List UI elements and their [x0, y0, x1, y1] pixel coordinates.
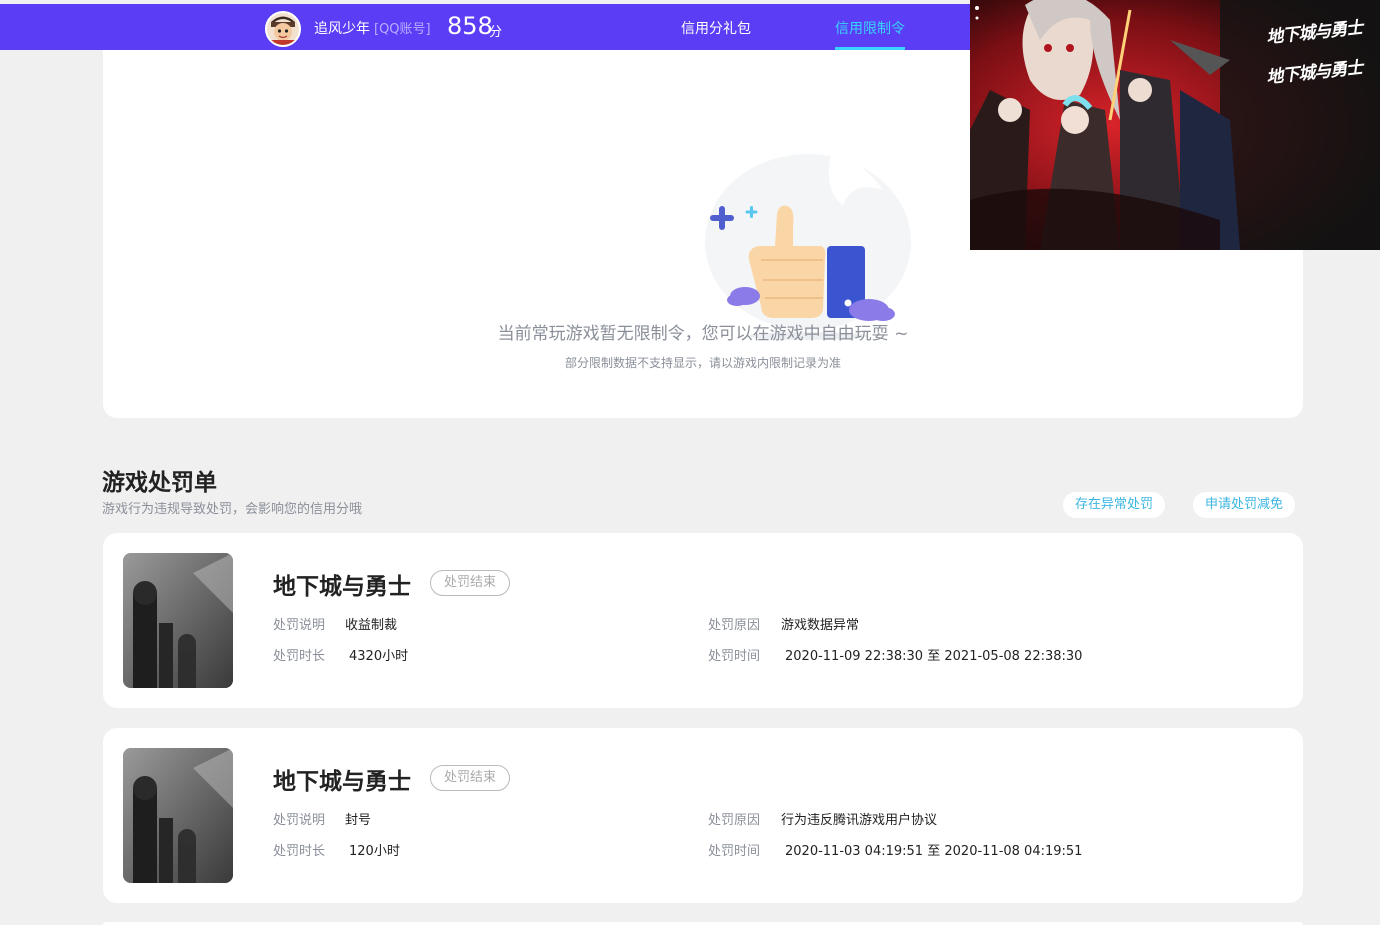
thumbs-up-illustration-icon — [705, 154, 911, 340]
duration-value: 4320小时 — [349, 649, 409, 664]
credit-score-unit: 分 — [489, 25, 503, 40]
reason-label: 处罚原因 — [708, 618, 761, 633]
time-separator: 至 — [927, 844, 941, 859]
duration-label: 处罚时长 — [273, 649, 326, 664]
account-type-label: [QQ账号] — [374, 22, 431, 37]
reason-value: 行为违反腾讯游戏用户协议 — [781, 813, 938, 828]
apply-punishment-reduction-button[interactable]: 申请处罚减免 — [1193, 492, 1296, 518]
time-range: 2020-11-09 22:38:30 至 2021-05-08 22:38:3… — [785, 645, 1082, 664]
punishment-status-badge: 处罚结束 — [430, 765, 511, 791]
empty-state-subtitle: 部分限制数据不支持显示，请以游戏内限制记录为准 — [564, 356, 841, 370]
user-avatar[interactable] — [265, 11, 301, 47]
time-start: 2020-11-03 04:19:51 — [785, 844, 924, 859]
empty-state-title: 当前常玩游戏暂无限制令，您可以在游戏中自由玩耍 ~ — [497, 324, 909, 344]
game-cover-image — [123, 748, 233, 883]
game-cover-image — [123, 553, 233, 688]
report-abnormal-punishment-button[interactable]: 存在异常处罚 — [1063, 492, 1166, 518]
section-subtitle: 游戏行为违规导致处罚，会影响您的信用分哦 — [102, 502, 363, 517]
reason-label: 处罚原因 — [708, 813, 761, 828]
game-name: 地下城与勇士 — [273, 574, 411, 600]
tab-credit-limit[interactable]: 信用限制令 — [835, 18, 905, 38]
time-label: 处罚时间 — [708, 649, 761, 664]
credit-score: 858 — [447, 12, 493, 40]
punishment-card: 地下城与勇士 处罚结束 处罚说明 收益制裁 处罚时长 4320小时 处罚原因 游… — [103, 533, 1303, 708]
user-nickname: 追风少年 — [314, 21, 370, 37]
time-separator: 至 — [927, 649, 941, 664]
time-start: 2020-11-09 22:38:30 — [785, 649, 924, 664]
duration-value: 120小时 — [349, 844, 400, 859]
tab-credit-gift[interactable]: 信用分礼包 — [681, 18, 751, 38]
desc-value: 收益制裁 — [345, 618, 398, 633]
duration-label: 处罚时长 — [273, 844, 326, 859]
desc-label: 处罚说明 — [273, 813, 326, 828]
time-label: 处罚时间 — [708, 844, 761, 859]
section-title: 游戏处罚单 — [102, 470, 217, 496]
desc-value: 封号 — [345, 813, 372, 828]
reason-value: 游戏数据异常 — [781, 618, 860, 633]
time-end: 2021-05-08 22:38:30 — [944, 649, 1083, 664]
time-range: 2020-11-03 04:19:51 至 2020-11-08 04:19:5… — [785, 840, 1082, 859]
time-end: 2020-11-08 04:19:51 — [944, 844, 1083, 859]
desc-label: 处罚说明 — [273, 618, 326, 633]
punishment-card: 地下城与勇士 处罚结束 处罚说明 封号 处罚时长 120小时 处罚原因 行为违反… — [103, 728, 1303, 903]
punishment-status-badge: 处罚结束 — [430, 570, 511, 596]
game-name: 地下城与勇士 — [273, 769, 411, 795]
game-promo-banner[interactable]: 地下城与勇士 地下城与勇士 — [970, 0, 1380, 250]
